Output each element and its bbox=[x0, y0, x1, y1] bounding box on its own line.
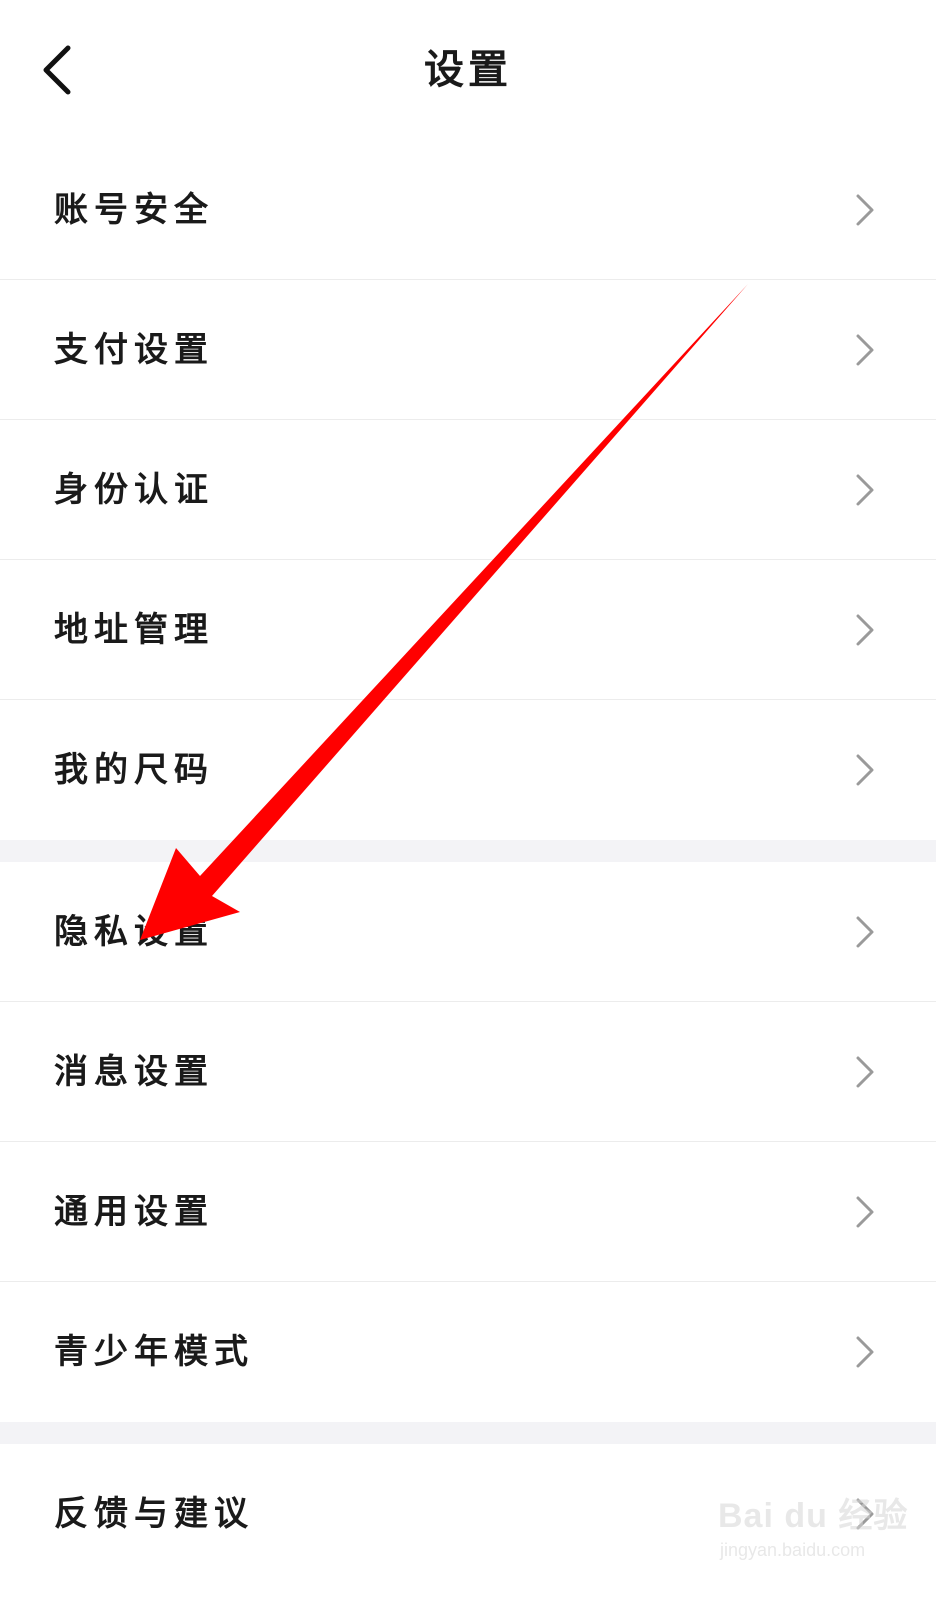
settings-item-label: 反馈与建议 bbox=[54, 1494, 254, 1534]
settings-item-label: 青少年模式 bbox=[54, 1332, 254, 1372]
chevron-right-icon bbox=[856, 194, 874, 226]
chevron-right-icon bbox=[856, 916, 874, 948]
settings-item-teen-mode[interactable]: 青少年模式 bbox=[0, 1282, 936, 1422]
settings-item-privacy[interactable]: 隐私设置 bbox=[0, 862, 936, 1002]
settings-item-label: 消息设置 bbox=[54, 1052, 214, 1092]
section-divider bbox=[0, 840, 936, 862]
settings-item-label: 我的尺码 bbox=[54, 750, 214, 790]
settings-item-my-size[interactable]: 我的尺码 bbox=[0, 700, 936, 840]
baidu-watermark: Bai du 经验 jingyan.baidu.com bbox=[718, 1488, 918, 1578]
settings-item-identity[interactable]: 身份认证 bbox=[0, 420, 936, 560]
watermark-url: jingyan.baidu.com bbox=[720, 1540, 866, 1560]
settings-item-label: 地址管理 bbox=[54, 610, 214, 650]
section-divider bbox=[0, 1422, 936, 1444]
chevron-right-icon bbox=[856, 334, 874, 366]
settings-item-address[interactable]: 地址管理 bbox=[0, 560, 936, 700]
settings-item-notifications[interactable]: 消息设置 bbox=[0, 1002, 936, 1142]
settings-item-label: 账号安全 bbox=[54, 190, 214, 230]
header-bar: 设置 bbox=[0, 0, 936, 140]
chevron-right-icon bbox=[856, 474, 874, 506]
settings-group-account: 账号安全 支付设置 身份认证 地址管理 我的尺码 bbox=[0, 140, 936, 840]
chevron-right-icon bbox=[856, 1196, 874, 1228]
settings-item-label: 支付设置 bbox=[54, 330, 214, 370]
settings-item-payment[interactable]: 支付设置 bbox=[0, 280, 936, 420]
watermark-brand: Bai du 经验 bbox=[718, 1497, 909, 1535]
chevron-right-icon bbox=[856, 754, 874, 786]
page-title: 设置 bbox=[424, 46, 512, 93]
settings-item-label: 身份认证 bbox=[54, 470, 214, 510]
settings-item-general[interactable]: 通用设置 bbox=[0, 1142, 936, 1282]
chevron-right-icon bbox=[856, 1336, 874, 1368]
chevron-right-icon bbox=[856, 614, 874, 646]
settings-item-label: 通用设置 bbox=[54, 1192, 214, 1232]
settings-group-general: 隐私设置 消息设置 通用设置 青少年模式 bbox=[0, 862, 936, 1422]
settings-item-label: 隐私设置 bbox=[54, 912, 214, 952]
chevron-right-icon bbox=[856, 1056, 874, 1088]
settings-item-account-security[interactable]: 账号安全 bbox=[0, 140, 936, 280]
